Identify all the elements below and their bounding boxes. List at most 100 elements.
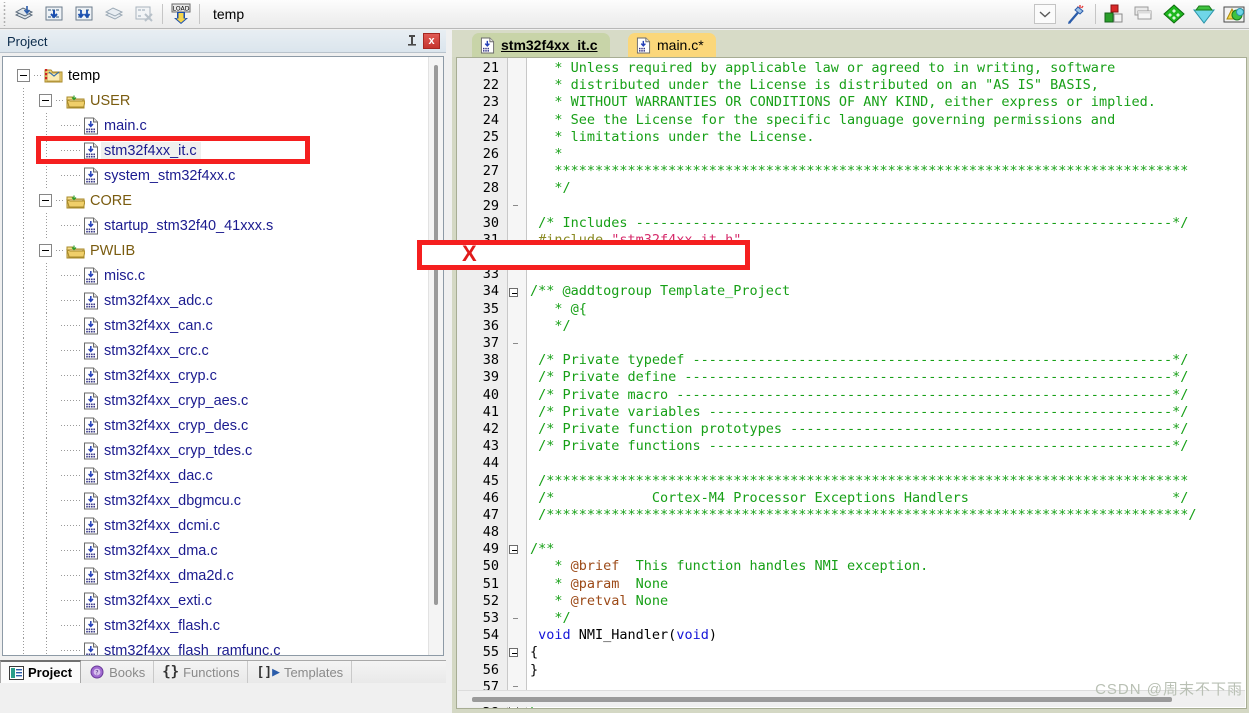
manage-run-time-env-icon[interactable]	[1129, 1, 1159, 27]
tree-item-stm32f4xx-flash-c[interactable]: stm32f4xx_flash.c	[3, 613, 427, 638]
close-icon[interactable]: x	[423, 33, 440, 49]
source-file-icon	[84, 492, 98, 509]
manage-project-items-icon[interactable]	[1099, 1, 1129, 27]
panel-tab-project[interactable]: Project	[0, 660, 82, 683]
tree-item-temp[interactable]: temp	[3, 63, 427, 88]
tree-item-user[interactable]: USER	[3, 88, 427, 113]
fold-marker[interactable]	[503, 287, 524, 297]
tree-item-stm32f4xx-flash-ramfunc-c[interactable]: stm32f4xx_flash_ramfunc.c	[3, 638, 427, 655]
tree-guide-line	[46, 113, 47, 138]
editor-tab-stm32f4xx-it-c[interactable]: stm32f4xx_it.c	[472, 33, 610, 57]
line-number: 47	[482, 506, 499, 523]
tree-connector	[61, 300, 81, 301]
target-options-icon[interactable]	[1062, 1, 1092, 27]
pin-icon[interactable]	[403, 32, 421, 50]
source-file-icon	[84, 542, 98, 559]
tree-guide-line	[23, 438, 24, 463]
code-text: * WITHOUT WARRANTIES OR CONDITIONS OF AN…	[524, 94, 1155, 111]
rebuild-all-icon[interactable]	[69, 1, 99, 27]
tree-guide-line	[46, 288, 47, 313]
code-line: 54 void NMI_Handler(void)	[457, 627, 1246, 644]
tree-item-stm32f4xx-cryp-aes-c[interactable]: stm32f4xx_cryp_aes.c	[3, 388, 427, 413]
tree-item-main-c[interactable]: main.c	[3, 113, 427, 138]
tree-item-stm32f4xx-dma-c[interactable]: stm32f4xx_dma.c	[3, 538, 427, 563]
tree-item-stm32f4xx-adc-c[interactable]: stm32f4xx_adc.c	[3, 288, 427, 313]
tree-item-stm32f4xx-dcmi-c[interactable]: stm32f4xx_dcmi.c	[3, 513, 427, 538]
tree-guide-line	[46, 613, 47, 638]
code-token: * See the License for the specific langu…	[530, 111, 1116, 128]
code-line: 47 /************************************…	[457, 507, 1246, 524]
tree-item-stm32f4xx-it-c[interactable]: stm32f4xx_it.c	[3, 138, 427, 163]
code-token: )	[708, 627, 717, 644]
tree-guide-line	[46, 463, 47, 488]
batch-build-icon[interactable]	[99, 1, 129, 27]
tree-item-stm32f4xx-dbgmcu-c[interactable]: stm32f4xx_dbgmcu.c	[3, 488, 427, 513]
tree-item-pwlib[interactable]: PWLIB	[3, 238, 427, 263]
tree-item-system-stm32f4xx-c[interactable]: system_stm32f4xx.c	[3, 163, 427, 188]
panel-tab-label: Books	[109, 664, 146, 680]
tree-item-misc-c[interactable]: misc.c	[3, 263, 427, 288]
tree-connector	[61, 125, 81, 126]
tree-guide-line	[46, 563, 47, 588]
tree-item-stm32f4xx-exti-c[interactable]: stm32f4xx_exti.c	[3, 588, 427, 613]
tree-collapse-toggle[interactable]	[39, 194, 52, 207]
tree-collapse-toggle[interactable]	[39, 244, 52, 257]
tree-item-label: CORE	[90, 192, 132, 209]
select-target-dropdown[interactable]	[1034, 4, 1056, 24]
templates-icon: []▶	[256, 664, 280, 680]
project-tree-scrollbar-vertical[interactable]	[428, 57, 443, 655]
tree-item-stm32f4xx-can-c[interactable]: stm32f4xx_can.c	[3, 313, 427, 338]
download-load-icon[interactable]: LOAD	[166, 1, 196, 27]
code-line: 45 /************************************…	[457, 473, 1246, 490]
code-text: /* Private macro -----------------------…	[524, 387, 1188, 404]
line-number: 38	[482, 352, 499, 369]
fold-collapse-box[interactable]	[509, 545, 518, 555]
build-target-icon[interactable]	[39, 1, 69, 27]
code-line: 46 /* Cortex-M4 Processor Exceptions Han…	[457, 490, 1246, 507]
code-token: /* Cortex-M4 Processor Exceptions Handle…	[530, 489, 1189, 506]
tree-collapse-toggle[interactable]	[39, 94, 52, 107]
panel-tab-templates[interactable]: []▶ Templates	[248, 661, 353, 683]
fold-collapse-box[interactable]	[509, 287, 518, 297]
tree-guide-line	[23, 588, 24, 613]
editor-tab-main-c-[interactable]: main.c*	[628, 33, 716, 57]
group-folder-icon	[66, 245, 85, 258]
fold-collapse-box[interactable]	[509, 648, 518, 658]
tree-item-stm32f4xx-cryp-tdes-c[interactable]: stm32f4xx_cryp_tdes.c	[3, 438, 427, 463]
tree-item-stm32f4xx-dac-c[interactable]: stm32f4xx_dac.c	[3, 463, 427, 488]
tree-item-stm32f4xx-dma2d-c[interactable]: stm32f4xx_dma2d.c	[3, 563, 427, 588]
code-token: /* Includes ----------------------------…	[530, 214, 1189, 231]
configuration-wizard-icon[interactable]	[1189, 1, 1219, 27]
stop-build-icon[interactable]	[129, 1, 159, 27]
source-file-icon	[636, 37, 651, 53]
tree-item-core[interactable]: CORE	[3, 188, 427, 213]
tree-item-stm32f4xx-crc-c[interactable]: stm32f4xx_crc.c	[3, 338, 427, 363]
tree-item-stm32f4xx-cryp-des-c[interactable]: stm32f4xx_cryp_des.c	[3, 413, 427, 438]
tree-item-startup-stm32f40-41xxx-s[interactable]: startup_stm32f40_41xxx.s	[3, 213, 427, 238]
panel-tab-functions[interactable]: {} Functions	[154, 661, 249, 683]
line-number: 32	[482, 249, 499, 266]
translate-icon[interactable]	[9, 1, 39, 27]
editor-scrollbar-horizontal[interactable]	[458, 690, 1245, 707]
code-line: 39 /* Private define -------------------…	[457, 369, 1246, 386]
scrollbar-thumb[interactable]	[434, 65, 438, 605]
tree-item-stm32f4xx-cryp-c[interactable]: stm32f4xx_cryp.c	[3, 363, 427, 388]
fold-marker[interactable]	[503, 648, 524, 658]
tree-guide-line	[46, 338, 47, 363]
panel-tab-books[interactable]: ? Books	[81, 661, 155, 683]
toolbar-grip[interactable]	[1, 2, 9, 26]
code-line: 34 /** @addtogroup Template_Project	[457, 283, 1246, 300]
pack-installer-icon[interactable]	[1159, 1, 1189, 27]
open-pack-folder-icon[interactable]	[1219, 1, 1249, 27]
scrollbar-thumb[interactable]	[472, 696, 1172, 702]
line-number: 30	[482, 214, 499, 231]
source-file-icon	[480, 37, 495, 54]
code-editor[interactable]: 21 * Unless required by applicable law o…	[456, 57, 1247, 709]
code-line: 53 */	[457, 610, 1246, 627]
tree-collapse-toggle[interactable]	[17, 69, 30, 82]
code-token: *	[530, 592, 571, 609]
fold-marker[interactable]	[503, 545, 524, 555]
project-tree[interactable]: temp USER main.c stm32f4xx_it.c system_stm32…	[3, 57, 427, 655]
